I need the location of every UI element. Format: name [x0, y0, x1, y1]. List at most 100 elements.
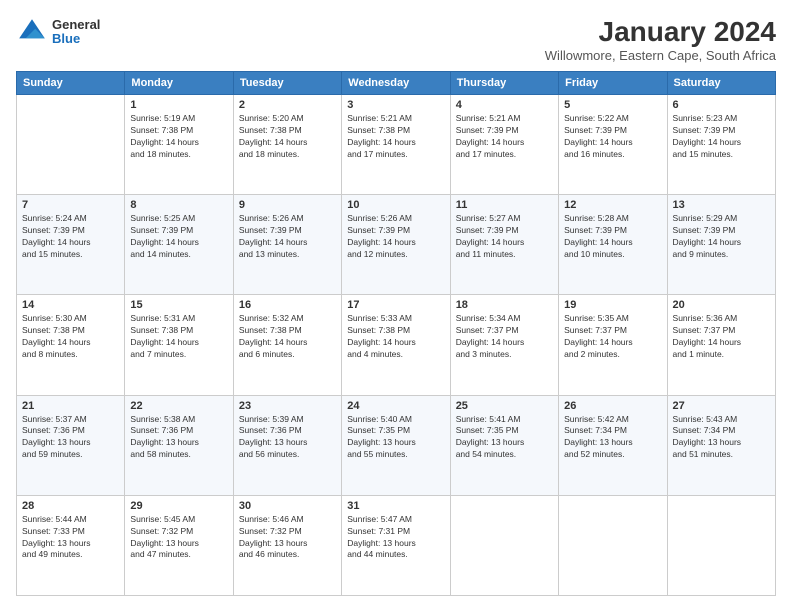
calendar-cell: 19Sunrise: 5:35 AM Sunset: 7:37 PM Dayli… — [559, 295, 667, 395]
calendar-cell: 26Sunrise: 5:42 AM Sunset: 7:34 PM Dayli… — [559, 395, 667, 495]
title-block: January 2024 Willowmore, Eastern Cape, S… — [545, 16, 776, 63]
day-info: Sunrise: 5:45 AM Sunset: 7:32 PM Dayligh… — [130, 514, 227, 562]
day-info: Sunrise: 5:36 AM Sunset: 7:37 PM Dayligh… — [673, 313, 770, 361]
calendar-day-header: Thursday — [450, 72, 558, 95]
calendar-cell: 24 Sunrise: 5:40 AM Sunset: 7:35 PM Dayli… — [342, 395, 450, 495]
day-number: 16 — [239, 299, 336, 311]
calendar-cell: 1 Sunrise: 5:19 AM Sunset: 7:38 PM Daylig… — [125, 95, 233, 195]
day-info: Sunrise: 5:31 AM Sunset: 7:38 PM Dayligh… — [130, 313, 227, 361]
day-number: 30 — [239, 500, 336, 512]
day-info: Sunrise: 5:19 AM Sunset: 7:38 PM Dayligh… — [130, 113, 227, 161]
day-number: 13 — [673, 199, 770, 211]
day-number: 26 — [564, 400, 661, 412]
day-info: Sunrise: 5:26 AM Sunset: 7:39 PM Dayligh… — [347, 213, 444, 261]
day-number: 28 — [22, 500, 119, 512]
day-info: Sunrise: 5:46 AM Sunset: 7:32 PM Dayligh… — [239, 514, 336, 562]
day-info: Sunrise: 5:24 AM Sunset: 7:39 PM Dayligh… — [22, 213, 119, 261]
day-info: Sunrise: 5:29 AM Sunset: 7:39 PM Dayligh… — [673, 213, 770, 261]
day-number: 20 — [673, 299, 770, 311]
day-info: Sunrise: 5:41 AM Sunset: 7:35 PM Dayligh… — [456, 414, 553, 462]
calendar-day-header: Saturday — [667, 72, 775, 95]
calendar-cell: 3 Sunrise: 5:21 AM Sunset: 7:38 PM Daylig… — [342, 95, 450, 195]
day-number: 2 — [239, 99, 336, 111]
day-info: Sunrise: 5:30 AM Sunset: 7:38 PM Dayligh… — [22, 313, 119, 361]
day-info: Sunrise: 5:21 AM Sunset: 7:39 PM Dayligh… — [456, 113, 553, 161]
day-number: 23 — [239, 400, 336, 412]
logo-icon — [16, 16, 48, 48]
calendar-cell — [559, 495, 667, 595]
logo-general-label: General — [52, 18, 100, 32]
day-info: Sunrise: 5:22 AM Sunset: 7:39 PM Dayligh… — [564, 113, 661, 161]
day-info: Sunrise: 5:26 AM Sunset: 7:39 PM Dayligh… — [239, 213, 336, 261]
calendar-cell: 27Sunrise: 5:43 AM Sunset: 7:34 PM Dayli… — [667, 395, 775, 495]
page: General Blue January 2024 Willowmore, Ea… — [0, 0, 792, 612]
day-number: 18 — [456, 299, 553, 311]
calendar-header-row: SundayMondayTuesdayWednesdayThursdayFrid… — [17, 72, 776, 95]
day-number: 1 — [130, 99, 227, 111]
day-number: 27 — [673, 400, 770, 412]
day-number: 11 — [456, 199, 553, 211]
logo: General Blue — [16, 16, 100, 48]
calendar-day-header: Monday — [125, 72, 233, 95]
day-number: 8 — [130, 199, 227, 211]
day-info: Sunrise: 5:21 AM Sunset: 7:38 PM Dayligh… — [347, 113, 444, 161]
calendar-cell: 28Sunrise: 5:44 AM Sunset: 7:33 PM Dayli… — [17, 495, 125, 595]
calendar-week-row: 14 Sunrise: 5:30 AM Sunset: 7:38 PM Dayli… — [17, 295, 776, 395]
calendar-cell: 25 Sunrise: 5:41 AM Sunset: 7:35 PM Dayli… — [450, 395, 558, 495]
day-info: Sunrise: 5:23 AM Sunset: 7:39 PM Dayligh… — [673, 113, 770, 161]
calendar-cell: 2 Sunrise: 5:20 AM Sunset: 7:38 PM Daylig… — [233, 95, 341, 195]
day-info: Sunrise: 5:27 AM Sunset: 7:39 PM Dayligh… — [456, 213, 553, 261]
day-number: 9 — [239, 199, 336, 211]
day-info: Sunrise: 5:25 AM Sunset: 7:39 PM Dayligh… — [130, 213, 227, 261]
logo-blue-label: Blue — [52, 32, 100, 46]
day-info: Sunrise: 5:47 AM Sunset: 7:31 PM Dayligh… — [347, 514, 444, 562]
calendar-cell: 14 Sunrise: 5:30 AM Sunset: 7:38 PM Dayli… — [17, 295, 125, 395]
calendar-cell: 18 Sunrise: 5:34 AM Sunset: 7:37 PM Dayli… — [450, 295, 558, 395]
day-info: Sunrise: 5:32 AM Sunset: 7:38 PM Dayligh… — [239, 313, 336, 361]
calendar-cell: 20 Sunrise: 5:36 AM Sunset: 7:37 PM Dayli… — [667, 295, 775, 395]
calendar-day-header: Sunday — [17, 72, 125, 95]
calendar-week-row: 28Sunrise: 5:44 AM Sunset: 7:33 PM Dayli… — [17, 495, 776, 595]
day-info: Sunrise: 5:39 AM Sunset: 7:36 PM Dayligh… — [239, 414, 336, 462]
logo-text: General Blue — [52, 18, 100, 47]
calendar-cell: 10 Sunrise: 5:26 AM Sunset: 7:39 PM Dayli… — [342, 195, 450, 295]
day-number: 21 — [22, 400, 119, 412]
header: General Blue January 2024 Willowmore, Ea… — [16, 16, 776, 63]
calendar-cell — [667, 495, 775, 595]
day-info: Sunrise: 5:37 AM Sunset: 7:36 PM Dayligh… — [22, 414, 119, 462]
calendar-cell: 13 Sunrise: 5:29 AM Sunset: 7:39 PM Dayli… — [667, 195, 775, 295]
day-info: Sunrise: 5:35 AM Sunset: 7:37 PM Dayligh… — [564, 313, 661, 361]
calendar-cell: 23 Sunrise: 5:39 AM Sunset: 7:36 PM Dayli… — [233, 395, 341, 495]
calendar-cell: 9 Sunrise: 5:26 AM Sunset: 7:39 PM Daylig… — [233, 195, 341, 295]
day-number: 10 — [347, 199, 444, 211]
day-number: 17 — [347, 299, 444, 311]
day-number: 14 — [22, 299, 119, 311]
calendar-day-header: Friday — [559, 72, 667, 95]
calendar-cell: 31 Sunrise: 5:47 AM Sunset: 7:31 PM Dayli… — [342, 495, 450, 595]
calendar-cell: 5 Sunrise: 5:22 AM Sunset: 7:39 PM Daylig… — [559, 95, 667, 195]
calendar-cell: 8 Sunrise: 5:25 AM Sunset: 7:39 PM Daylig… — [125, 195, 233, 295]
day-number: 3 — [347, 99, 444, 111]
calendar-cell: 22Sunrise: 5:38 AM Sunset: 7:36 PM Dayli… — [125, 395, 233, 495]
day-number: 25 — [456, 400, 553, 412]
calendar-cell: 16 Sunrise: 5:32 AM Sunset: 7:38 PM Dayli… — [233, 295, 341, 395]
day-number: 5 — [564, 99, 661, 111]
calendar-cell: 21 Sunrise: 5:37 AM Sunset: 7:36 PM Dayli… — [17, 395, 125, 495]
calendar-subtitle: Willowmore, Eastern Cape, South Africa — [545, 48, 776, 63]
calendar-cell: 7 Sunrise: 5:24 AM Sunset: 7:39 PM Daylig… — [17, 195, 125, 295]
day-info: Sunrise: 5:20 AM Sunset: 7:38 PM Dayligh… — [239, 113, 336, 161]
calendar-title: January 2024 — [545, 16, 776, 48]
calendar-cell: 4Sunrise: 5:21 AM Sunset: 7:39 PM Daylig… — [450, 95, 558, 195]
day-number: 24 — [347, 400, 444, 412]
calendar-week-row: 7 Sunrise: 5:24 AM Sunset: 7:39 PM Daylig… — [17, 195, 776, 295]
day-number: 7 — [22, 199, 119, 211]
calendar-week-row: 21 Sunrise: 5:37 AM Sunset: 7:36 PM Dayli… — [17, 395, 776, 495]
calendar-table: SundayMondayTuesdayWednesdayThursdayFrid… — [16, 71, 776, 596]
calendar-cell: 29Sunrise: 5:45 AM Sunset: 7:32 PM Dayli… — [125, 495, 233, 595]
day-info: Sunrise: 5:34 AM Sunset: 7:37 PM Dayligh… — [456, 313, 553, 361]
day-info: Sunrise: 5:38 AM Sunset: 7:36 PM Dayligh… — [130, 414, 227, 462]
calendar-cell: 11 Sunrise: 5:27 AM Sunset: 7:39 PM Dayli… — [450, 195, 558, 295]
calendar-cell: 17Sunrise: 5:33 AM Sunset: 7:38 PM Dayli… — [342, 295, 450, 395]
day-number: 31 — [347, 500, 444, 512]
day-info: Sunrise: 5:40 AM Sunset: 7:35 PM Dayligh… — [347, 414, 444, 462]
